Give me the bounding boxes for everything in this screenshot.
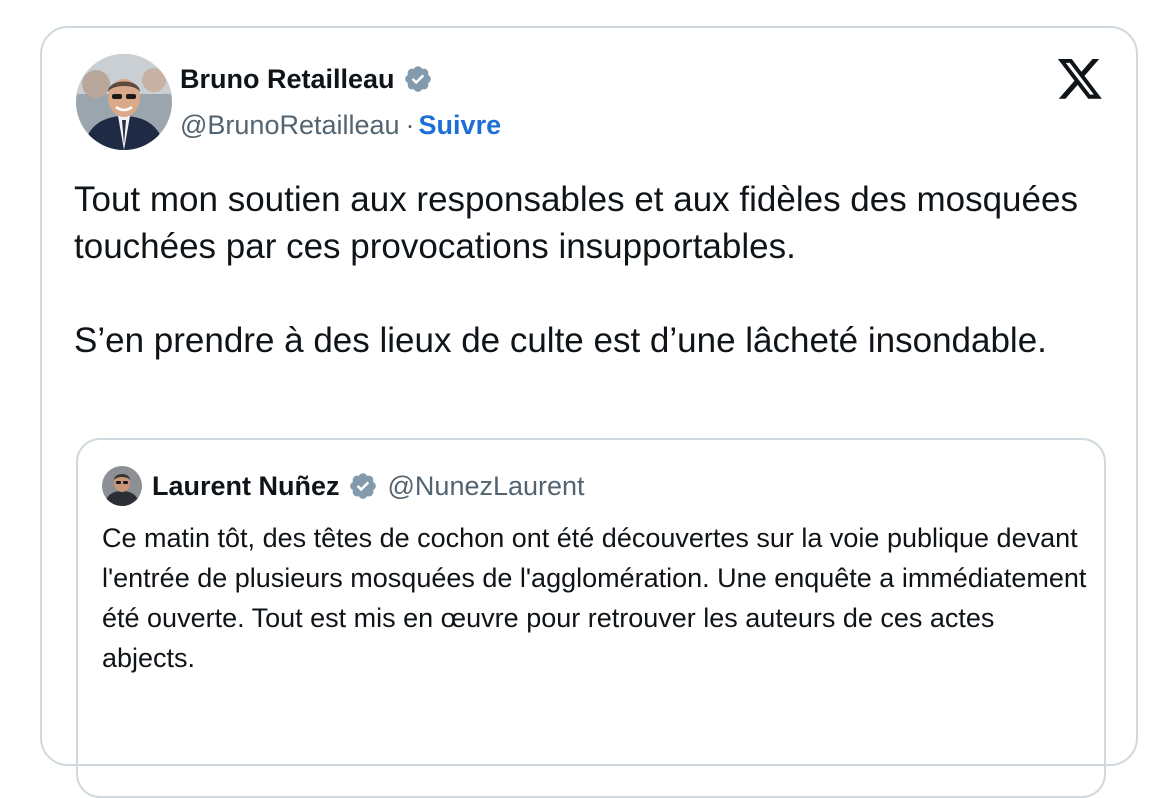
quoted-tweet[interactable]: Laurent Nuñez @NunezLaurent Ce matin tôt…	[76, 438, 1106, 798]
author-name-label: Bruno Retailleau	[180, 64, 395, 94]
verified-badge-icon	[404, 66, 431, 92]
author-handle-row: @BrunoRetailleau · Suivre	[180, 108, 501, 142]
tweet-paragraph: Tout mon soutien aux responsables et aux…	[74, 180, 1078, 266]
avatar-photo-icon	[76, 54, 172, 150]
author-name[interactable]: Bruno Retailleau	[180, 62, 433, 96]
author-avatar[interactable]	[76, 54, 172, 150]
quoted-header: Laurent Nuñez @NunezLaurent	[152, 468, 585, 504]
author-handle[interactable]: @BrunoRetailleau	[180, 110, 400, 140]
x-logo-icon[interactable]	[1056, 58, 1104, 102]
tweet-text: Tout mon soutien aux responsables et aux…	[74, 176, 1114, 364]
quoted-author-handle[interactable]: @NunezLaurent	[388, 468, 585, 504]
quoted-author-avatar[interactable]	[102, 466, 142, 506]
quoted-text: Ce matin tôt, des têtes de cochon ont ét…	[102, 523, 1087, 673]
avatar-photo-icon	[102, 466, 142, 506]
tweet-card: Bruno Retailleau @BrunoRetailleau · Suivre…	[40, 26, 1138, 798]
tweet-paragraph: S’en prendre à des lieux de culte est d’…	[74, 321, 1047, 360]
separator-dot: ·	[405, 110, 415, 140]
verified-badge-icon	[349, 473, 376, 499]
quoted-author-name[interactable]: Laurent Nuñez	[152, 468, 340, 504]
follow-button[interactable]: Suivre	[419, 110, 502, 140]
